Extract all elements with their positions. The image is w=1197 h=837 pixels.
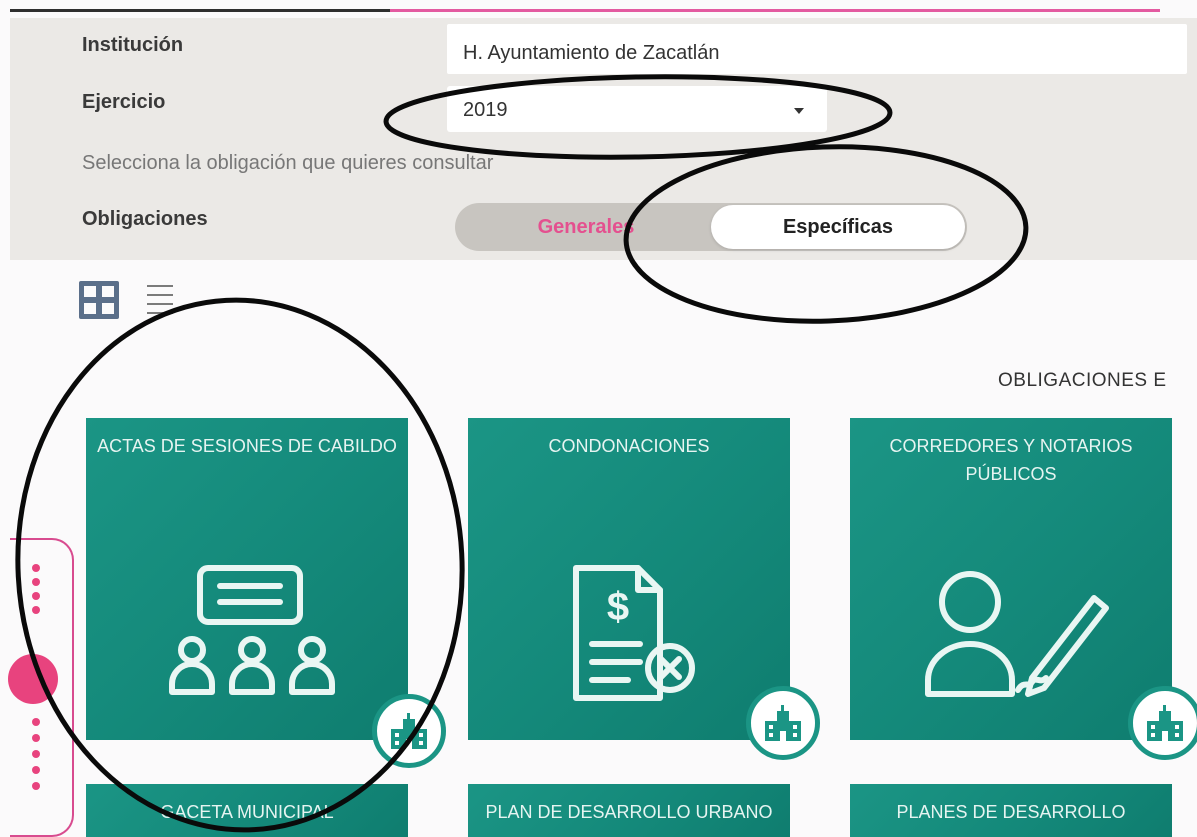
card-title: ACTAS DE SESIONES DE CABILDO — [97, 436, 397, 456]
document-cancel-icon: $ — [573, 565, 695, 701]
municipality-badge-icon — [1128, 686, 1197, 760]
card-gaceta-municipal[interactable]: GACETA MUNICIPAL — [86, 784, 408, 837]
divider-pink — [390, 9, 1160, 12]
municipality-badge-icon — [372, 694, 446, 768]
meeting-icon — [169, 565, 335, 695]
toggle-generales[interactable]: Generales — [456, 203, 716, 251]
municipality-badge-icon — [746, 686, 820, 760]
card-planes-de-desarrollo[interactable]: PLANES DE DESARROLLO — [850, 784, 1172, 837]
card-title: GACETA MUNICIPAL — [160, 802, 334, 822]
obligaciones-label: Obligaciones — [82, 208, 208, 230]
list-view-icon[interactable] — [145, 282, 175, 318]
institucion-label: Institución — [82, 34, 184, 56]
section-title: OBLIGACIONES E — [998, 370, 1167, 391]
ejercicio-value: 2019 — [463, 99, 508, 121]
selection-hint: Selecciona la obligación que quieres con… — [82, 152, 494, 174]
top-divider — [0, 0, 1197, 14]
card-condonaciones[interactable]: CONDONACIONES $ — [468, 418, 790, 740]
grid-view-icon[interactable] — [78, 280, 120, 320]
divider-dark — [10, 9, 390, 12]
card-title: PLANES DE DESARROLLO — [896, 802, 1126, 822]
card-title: CORREDORES Y NOTARIOS PÚBLICOS — [889, 436, 1133, 484]
card-corredores-y-notarios[interactable]: CORREDORES Y NOTARIOS PÚBLICOS — [850, 418, 1172, 740]
card-title: CONDONACIONES — [548, 436, 710, 456]
svg-text:$: $ — [607, 585, 629, 629]
card-plan-de-desarrollo-urbano[interactable]: PLAN DE DESARROLLO URBANO — [468, 784, 790, 837]
card-actas-de-sesiones[interactable]: ACTAS DE SESIONES DE CABILDO — [86, 418, 408, 740]
person-pen-icon — [925, 571, 1109, 697]
chevron-down-icon[interactable] — [794, 108, 804, 114]
ejercicio-label: Ejercicio — [82, 91, 166, 113]
institucion-value: H. Ayuntamiento de Zacatlán — [463, 42, 720, 64]
toggle-especificas[interactable]: Específicas — [711, 205, 965, 249]
accessibility-button[interactable] — [8, 654, 58, 704]
card-title: PLAN DE DESARROLLO URBANO — [485, 802, 773, 822]
